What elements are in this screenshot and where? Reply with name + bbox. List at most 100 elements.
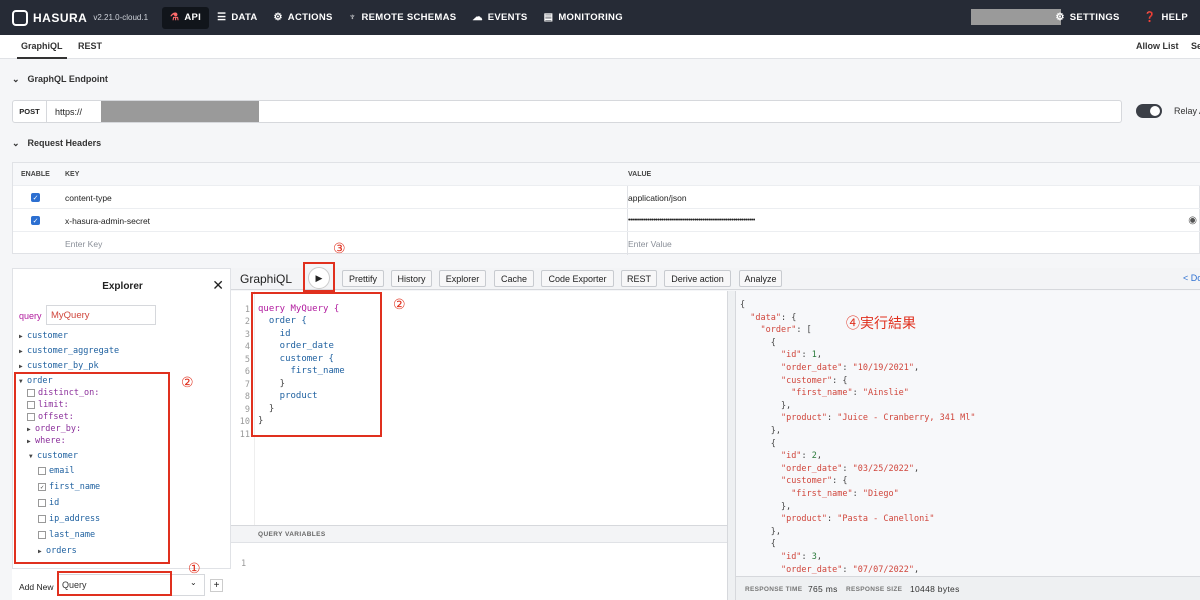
prettify-button[interactable]: Prettify (342, 270, 384, 287)
nav-api[interactable]: ⚗ API (162, 6, 210, 29)
query-variables-editor[interactable]: 1 (231, 543, 727, 600)
tree-item[interactable]: ▶ customer_by_pk (19, 361, 99, 371)
add-operation-button[interactable]: + (210, 579, 223, 592)
header-value[interactable]: ••••••••••••••••••••••••••••••••••••••••… (628, 209, 755, 232)
tab-allow-list[interactable]: Allow List (1136, 41, 1179, 51)
table-row: ✓ content-type application/json (13, 186, 1200, 209)
annotation-2a: ② (181, 374, 194, 390)
method-badge: POST (13, 101, 47, 122)
settings-gear-icon: ⚙ (1055, 12, 1065, 23)
endpoint-url: https:// (55, 107, 83, 117)
result-pane: { "data": { "order": [ { "id": 1, "order… (736, 291, 1200, 576)
caret-right-icon: ▶ (19, 332, 23, 340)
chart-icon: ▤ (543, 12, 554, 23)
annotation-box-2b (251, 292, 382, 437)
annotation-box-1 (57, 571, 172, 596)
nav-events[interactable]: ☁ EVENTS (464, 0, 535, 35)
flask-icon: ⚗ (170, 12, 180, 23)
chevron-down-icon: ⌄ (12, 74, 20, 84)
result-line: "order_date": "03/25/2022", (780, 463, 920, 474)
nav-help[interactable]: ❓ HELP (1132, 0, 1200, 35)
nav-actions[interactable]: ⚙ ACTIONS (266, 0, 341, 35)
header-key[interactable]: x-hasura-admin-secret (65, 209, 150, 232)
panel-divider[interactable] (727, 291, 736, 600)
result-line: }, (740, 426, 781, 436)
tab-security[interactable]: Se (1191, 41, 1200, 51)
result-line: "id": 1, (780, 350, 822, 361)
result-line: "customer": { (780, 476, 848, 487)
nav-monitoring[interactable]: ▤ MONITORING (536, 0, 631, 35)
key-input[interactable]: Enter Key (65, 232, 102, 255)
nav-data[interactable]: ☰ DATA (209, 0, 265, 35)
chevron-down-icon: ⌄ (190, 578, 197, 587)
nav-settings[interactable]: ⚙ SETTINGS (1044, 0, 1132, 35)
table-header-row: ENABLE KEY VALUE (13, 163, 1200, 186)
endpoint-section-toggle[interactable]: ⌄ GraphQL Endpoint (12, 74, 108, 85)
explorer-button[interactable]: Explorer (439, 270, 486, 287)
hasura-logo-icon (12, 9, 28, 26)
result-line: }, (740, 400, 792, 411)
annotation-4: ④実行結果 (846, 315, 916, 331)
derive-action-button[interactable]: Derive action (664, 270, 731, 287)
annotation-box-3 (303, 262, 335, 292)
enable-checkbox[interactable]: ✓ (31, 193, 40, 202)
caret-right-icon: ▶ (19, 362, 23, 370)
table-row: ✓ x-hasura-admin-secret ••••••••••••••••… (13, 209, 1200, 232)
value-input[interactable]: Enter Value (628, 232, 672, 255)
table-row: Enter Key Enter Value (13, 232, 1200, 255)
chevron-down-icon: ⌄ (12, 138, 20, 148)
tree-item[interactable]: ▶ customer_aggregate (19, 346, 119, 356)
tab-rest[interactable]: REST (78, 41, 102, 51)
relay-toggle[interactable] (1136, 104, 1162, 118)
close-icon[interactable]: ✕ (212, 277, 224, 294)
response-size: 10448 bytes (910, 584, 960, 594)
headers-section-toggle[interactable]: ⌄ Request Headers (12, 138, 101, 149)
result-line: "data": { (750, 312, 797, 323)
result-line: { (740, 438, 776, 449)
nav-remote-schemas[interactable]: ♆ REMOTE SCHEMAS (341, 0, 465, 35)
annotation-2b: ② (393, 296, 406, 312)
result-line: { (740, 337, 776, 348)
result-line: "product": "Pasta - Canelloni" (780, 514, 935, 525)
result-line: "product": "Juice - Cranberry, 341 Ml" (780, 413, 976, 424)
response-footer: RESPONSE TIME 765 ms RESPONSE SIZE 10448… (736, 576, 1200, 600)
query-name-input[interactable]: MyQuery (46, 305, 156, 325)
graphiql-title: GraphiQL (240, 272, 293, 286)
hasura-logo[interactable]: HASURA v2.21.0-cloud.1 (12, 0, 148, 35)
cache-button[interactable]: Cache (494, 270, 534, 287)
tab-graphiql[interactable]: GraphiQL (17, 41, 66, 59)
result-line: }, (740, 526, 781, 537)
code-exporter-button[interactable]: Code Exporter (541, 270, 614, 287)
help-icon: ❓ (1143, 12, 1157, 23)
enable-checkbox[interactable]: ✓ (31, 216, 40, 225)
analyze-button[interactable]: Analyze (739, 270, 782, 287)
sub-tabs: GraphiQL REST Allow List Se (0, 35, 1200, 59)
history-button[interactable]: History (391, 270, 432, 287)
docs-link[interactable]: < Docs (1183, 273, 1200, 283)
header-value[interactable]: application/json (628, 186, 687, 209)
result-line: "first_name": "Ainslie" (791, 388, 909, 399)
relay-label: Relay A (1174, 106, 1200, 116)
cloud-icon: ☁ (472, 12, 483, 23)
eye-icon[interactable]: ◉ (1188, 209, 1197, 232)
query-keyword: query (19, 311, 42, 321)
tree-item[interactable]: ▶ customer (19, 331, 68, 341)
annotation-box-2a (14, 372, 170, 564)
plug-icon: ♆ (348, 12, 357, 23)
redacted-url (101, 101, 259, 122)
response-time: 765 ms (808, 584, 838, 594)
result-line: { (740, 300, 746, 310)
headers-table: ENABLE KEY VALUE ✓ content-type applicat… (12, 162, 1200, 255)
caret-right-icon: ▶ (19, 347, 23, 355)
result-line: "id": 2, (780, 451, 822, 462)
explorer-title: Explorer (102, 281, 143, 292)
header-key[interactable]: content-type (65, 186, 112, 209)
result-line: "id": 3, (780, 552, 822, 562)
rest-button[interactable]: REST (621, 270, 657, 287)
result-line: }, (740, 501, 792, 512)
gear-icon: ⚙ (273, 12, 283, 23)
result-line: { (740, 539, 776, 550)
annotation-1: ① (188, 560, 201, 576)
endpoint-input[interactable]: POST https:// (12, 100, 1122, 123)
query-variables-header[interactable]: QUERY VARIABLES (231, 525, 727, 543)
